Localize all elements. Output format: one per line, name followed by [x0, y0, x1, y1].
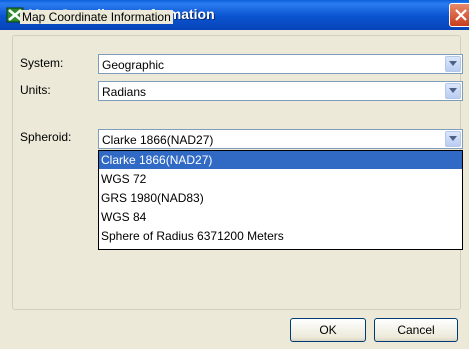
ok-button[interactable]: OK	[290, 318, 366, 342]
dropdown-option[interactable]: WGS 84	[99, 208, 462, 226]
spheroid-dropdown-button[interactable]	[445, 131, 461, 147]
dropdown-option[interactable]: GRS 1980(NAD83)	[99, 189, 462, 207]
system-label: System:	[20, 56, 64, 70]
system-value: Geographic	[102, 58, 165, 72]
chevron-down-icon	[449, 88, 457, 93]
units-select[interactable]: Radians	[98, 81, 463, 101]
spheroid-value: Clarke 1866(NAD27)	[102, 133, 214, 147]
chevron-down-icon	[449, 61, 457, 66]
cancel-button[interactable]: Cancel	[374, 318, 458, 342]
chevron-down-icon	[449, 136, 457, 141]
spheroid-select[interactable]: Clarke 1866(NAD27)	[98, 129, 463, 149]
group-legend: Map Coordinate Information	[20, 10, 173, 24]
units-value: Radians	[102, 85, 147, 99]
dialog-window: Map Coordinate Information Map Coordinat…	[0, 0, 469, 349]
system-dropdown-button[interactable]	[445, 56, 461, 72]
units-label: Units:	[20, 83, 51, 97]
spheroid-dropdown-list[interactable]: Clarke 1866(NAD27) WGS 72 GRS 1980(NAD83…	[98, 150, 463, 250]
dropdown-option[interactable]: WGS 72	[99, 170, 462, 188]
units-dropdown-button[interactable]	[445, 83, 461, 99]
dropdown-option[interactable]: Clarke 1866(NAD27)	[99, 151, 462, 169]
close-button[interactable]	[449, 3, 469, 27]
spheroid-label: Spheroid:	[20, 130, 72, 144]
close-icon	[455, 9, 467, 21]
system-select[interactable]: Geographic	[98, 54, 463, 74]
dropdown-option[interactable]: Sphere of Radius 6371200 Meters	[99, 227, 462, 245]
